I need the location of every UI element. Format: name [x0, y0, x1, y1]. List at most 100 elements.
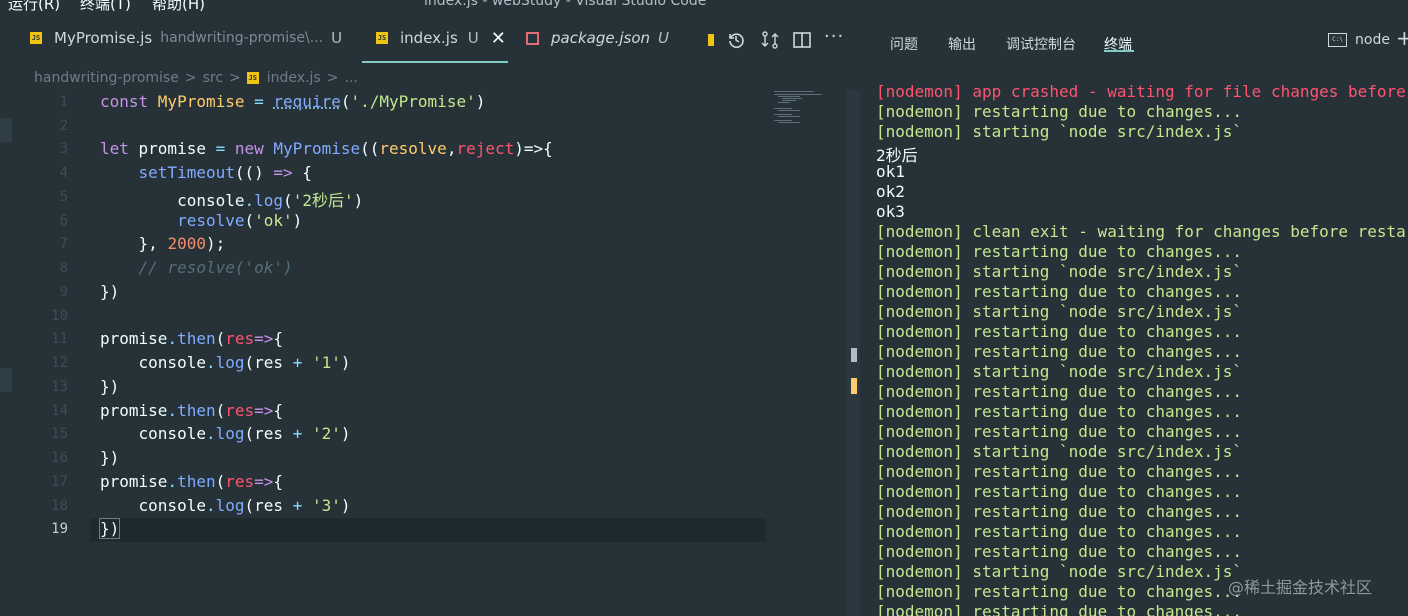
token: => — [254, 401, 273, 420]
breadcrumb-file[interactable]: index.js — [267, 70, 321, 86]
token: => — [254, 472, 273, 491]
menu-terminal[interactable]: 终端(T) — [80, 0, 131, 12]
token: { — [293, 163, 312, 182]
token: . — [167, 472, 177, 491]
code-line[interactable]: let promise = new MyPromise((resolve,rej… — [100, 139, 553, 158]
terminal-line: [nodemon] restarting due to changes... — [876, 322, 1242, 341]
code-line[interactable]: }) — [100, 519, 119, 538]
overflow-tab-icon[interactable] — [708, 34, 714, 46]
token: './MyPromise' — [350, 92, 475, 111]
code-line[interactable]: console.log('2秒后') — [100, 187, 363, 211]
tab-package-json[interactable]: package.json U — [526, 12, 669, 64]
code-line[interactable]: setTimeout(() => { — [100, 163, 312, 182]
token: { — [273, 329, 283, 348]
editor-tab-bar: JS MyPromise.js handwriting-promise\... … — [0, 12, 866, 64]
token — [302, 353, 312, 372]
tab-output[interactable]: 输出 — [948, 34, 976, 54]
watermark: @稀土掘金技术社区 — [1228, 574, 1372, 598]
token: }) — [100, 377, 119, 396]
line-number: 11 — [0, 331, 68, 347]
token: console — [100, 191, 245, 210]
terminal-line: [nodemon] restarting due to changes... — [876, 282, 1242, 301]
token: => — [254, 329, 273, 348]
panel-header: 问题 输出 调试控制台 终端 — [866, 12, 1408, 64]
token: promise — [100, 329, 167, 348]
token: }, — [100, 234, 167, 253]
terminal-line: [nodemon] restarting due to changes... — [876, 462, 1242, 481]
editor-scrollbar[interactable] — [846, 90, 860, 616]
code-line[interactable]: resolve('ok') — [100, 211, 302, 230]
tab-problems[interactable]: 问题 — [890, 34, 918, 54]
minimap-line — [782, 100, 796, 101]
code-editor[interactable]: 1 2 3 4 5 6 7 8 9 10 11 12 13 14 15 16 1… — [0, 90, 866, 616]
minimap[interactable] — [772, 90, 844, 150]
terminal-line: [nodemon] restarting due to changes... — [876, 582, 1242, 601]
line-number: 9 — [0, 284, 68, 300]
token: )=>{ — [514, 139, 553, 158]
token: '3' — [312, 496, 341, 515]
token: + — [293, 424, 303, 443]
token: = — [245, 92, 274, 111]
breadcrumb-folder[interactable]: handwriting-promise — [34, 70, 179, 86]
token: console — [100, 353, 206, 372]
current-line-highlight — [90, 518, 766, 542]
token: reject — [456, 139, 514, 158]
tab-index-js[interactable]: JS index.js U ✕ — [376, 12, 506, 64]
terminal-line: ok1 — [876, 162, 905, 181]
terminal-line: [nodemon] restarting due to changes... — [876, 542, 1242, 561]
minimap-line — [782, 98, 802, 99]
close-icon[interactable]: ✕ — [491, 28, 506, 49]
code-line[interactable]: promise.then(res=>{ — [100, 401, 283, 420]
token: ( — [216, 401, 226, 420]
code-line[interactable]: }, 2000); — [100, 234, 225, 253]
token: ) — [293, 211, 303, 230]
token: log — [216, 353, 245, 372]
terminal-line: [nodemon] starting `node src/index.js` — [876, 122, 1242, 141]
code-line[interactable]: promise.then(res=>{ — [100, 472, 283, 491]
token: { — [273, 472, 283, 491]
active-tab-indicator — [362, 61, 508, 63]
breadcrumb-folder[interactable]: src — [203, 70, 223, 86]
code-line[interactable]: // resolve('ok') — [100, 258, 293, 277]
code-line[interactable]: console.log(res + '3') — [100, 496, 351, 515]
code-line[interactable]: }) — [100, 282, 119, 301]
minimap-line — [774, 114, 792, 115]
menu-help[interactable]: 帮助(H) — [152, 0, 205, 12]
token: then — [177, 401, 216, 420]
breadcrumb-separator: > — [327, 70, 339, 86]
token: ) — [341, 424, 351, 443]
token: res — [225, 401, 254, 420]
tab-debug-console[interactable]: 调试控制台 — [1006, 34, 1076, 54]
code-line[interactable]: console.log(res + '1') — [100, 353, 351, 372]
terminal-output[interactable]: [nodemon] app crashed - waiting for file… — [866, 80, 1408, 616]
breadcrumb-symbol[interactable]: ... — [344, 70, 357, 86]
history-icon[interactable] — [726, 30, 746, 54]
token: ( — [283, 191, 293, 210]
add-terminal-icon[interactable]: + — [1396, 26, 1408, 50]
token: ) — [476, 92, 486, 111]
code-line[interactable]: promise.then(res=>{ — [100, 329, 283, 348]
token: (() — [235, 163, 274, 182]
code-line[interactable]: }) — [100, 377, 119, 396]
code-line[interactable]: }) — [100, 448, 119, 467]
minimap-line — [778, 102, 790, 103]
tab-mypromise-js[interactable]: JS MyPromise.js handwriting-promise\... … — [30, 12, 342, 64]
active-panel-tab-indicator — [1104, 50, 1134, 52]
tab-status: U — [331, 29, 342, 47]
line-number: 6 — [0, 213, 68, 229]
menu-run[interactable]: 运行(R) — [8, 0, 60, 12]
split-editor-icon[interactable] — [792, 30, 812, 54]
code-line[interactable]: console.log(res + '2') — [100, 424, 351, 443]
terminal-line: [nodemon] restarting due to changes... — [876, 402, 1242, 421]
token: promise — [139, 139, 206, 158]
token: = — [206, 139, 235, 158]
token: . — [206, 353, 216, 372]
terminal-selector[interactable]: C:\ node — [1328, 32, 1390, 48]
token — [302, 496, 312, 515]
token: (( — [360, 139, 379, 158]
code-line[interactable]: const MyPromise = require('./MyPromise') — [100, 92, 485, 111]
compare-icon[interactable] — [760, 30, 780, 54]
token: ( — [216, 472, 226, 491]
terminal-icon: C:\ — [1328, 33, 1347, 47]
more-icon[interactable]: ··· — [824, 28, 844, 46]
